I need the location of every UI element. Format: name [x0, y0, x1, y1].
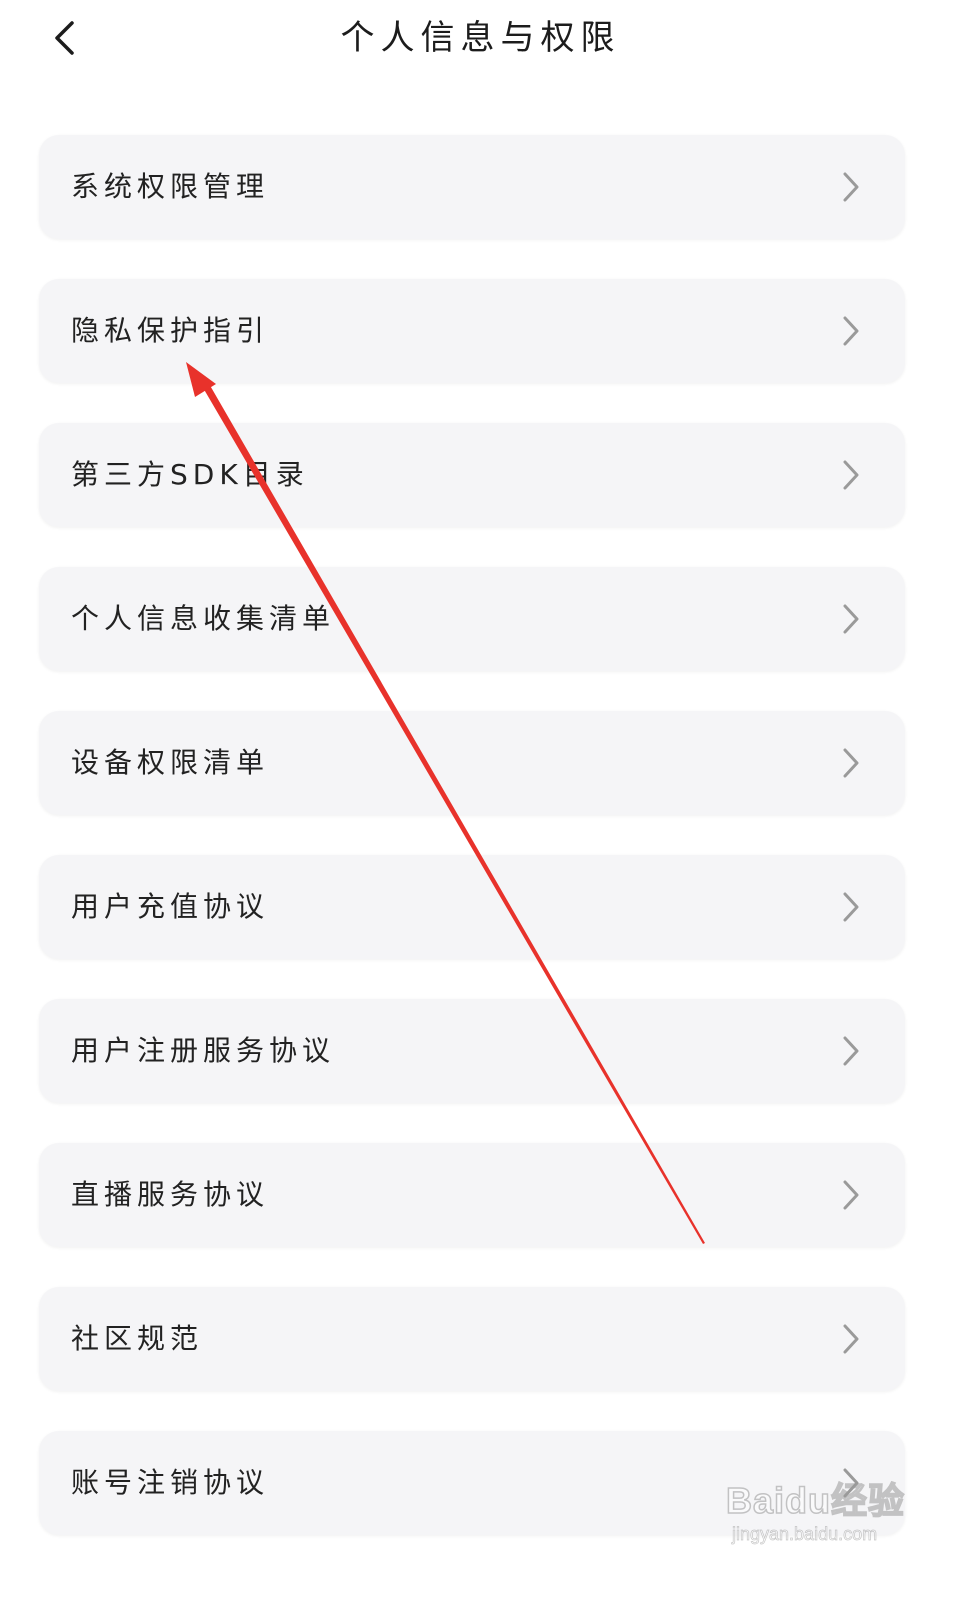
menu-item-label: 用户充值协议: [71, 890, 270, 923]
page-title: 个人信息与权限: [340, 18, 621, 58]
menu-item-community-guidelines[interactable]: 社区规范: [39, 1287, 905, 1391]
menu-item-recharge-agreement[interactable]: 用户充值协议: [39, 855, 905, 959]
chevron-right-icon: [843, 604, 859, 634]
menu-item-label: 个人信息收集清单: [71, 602, 336, 635]
menu-item-privacy-guide[interactable]: 隐私保护指引: [39, 279, 905, 383]
menu-item-label: 系统权限管理: [71, 170, 270, 203]
chevron-right-icon: [843, 1036, 859, 1066]
menu-item-label: 第三方SDK目录: [71, 458, 309, 491]
menu-item-label: 直播服务协议: [71, 1178, 270, 1211]
menu-item-registration-agreement[interactable]: 用户注册服务协议: [39, 999, 905, 1103]
chevron-right-icon: [843, 172, 859, 202]
chevron-right-icon: [843, 1468, 859, 1498]
menu-item-label: 账号注销协议: [71, 1466, 270, 1499]
menu-item-account-cancellation[interactable]: 账号注销协议: [39, 1431, 905, 1535]
chevron-right-icon: [843, 1324, 859, 1354]
chevron-right-icon: [843, 748, 859, 778]
menu-list: 系统权限管理 隐私保护指引 第三方SDK目录 个人信息收集清单 设备权限清单 用…: [39, 135, 905, 1575]
menu-item-live-streaming-agreement[interactable]: 直播服务协议: [39, 1143, 905, 1247]
menu-item-third-party-sdk[interactable]: 第三方SDK目录: [39, 423, 905, 527]
chevron-right-icon: [843, 460, 859, 490]
chevron-right-icon: [843, 1180, 859, 1210]
menu-item-label: 设备权限清单: [71, 746, 270, 779]
menu-item-label: 用户注册服务协议: [71, 1034, 336, 1067]
menu-item-system-permission-management[interactable]: 系统权限管理: [39, 135, 905, 239]
menu-item-device-permissions[interactable]: 设备权限清单: [39, 711, 905, 815]
menu-item-personal-info-collection[interactable]: 个人信息收集清单: [39, 567, 905, 671]
menu-item-label: 隐私保护指引: [71, 314, 270, 347]
chevron-right-icon: [843, 316, 859, 346]
menu-item-label: 社区规范: [71, 1322, 204, 1355]
chevron-right-icon: [843, 892, 859, 922]
header: 个人信息与权限: [0, 0, 961, 80]
